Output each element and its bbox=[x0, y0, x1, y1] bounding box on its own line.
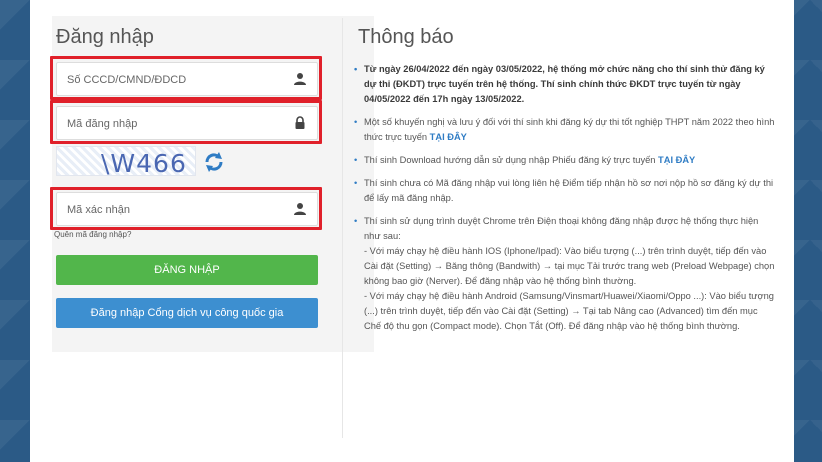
notice-list: Từ ngày 26/04/2022 đến ngày 03/05/2022, … bbox=[352, 62, 776, 342]
notice-text: Thí sinh sử dụng trình duyệt Chrome trên… bbox=[364, 216, 759, 241]
highlight-box-password bbox=[50, 100, 322, 144]
captcha-text: \W466 bbox=[101, 149, 187, 178]
notice-item: Thí sinh chưa có Mã đăng nhập vui lòng l… bbox=[352, 176, 776, 206]
forgot-password-link[interactable]: Quên mã đăng nhập? bbox=[54, 230, 131, 239]
notice-text: Một số khuyến nghị và lưu ý đối với thí … bbox=[364, 117, 775, 142]
notice-item: Một số khuyến nghị và lưu ý đối với thí … bbox=[352, 115, 776, 145]
notice-item: Thí sinh Download hướng dẫn sử dụng nhập… bbox=[352, 153, 776, 168]
notice-subitem-android: - Với máy chạy hệ điều hành Android (Sam… bbox=[364, 291, 774, 331]
page: Đăng nhập Số CCCD/CMND/ĐDCD Mã đăng nhập… bbox=[30, 0, 794, 462]
notice-text: Thí sinh Download hướng dẫn sử dụng nhập… bbox=[364, 155, 659, 165]
divider bbox=[342, 18, 343, 438]
gov-portal-login-button[interactable]: Đăng nhập Cổng dịch vụ công quốc gia bbox=[56, 298, 318, 328]
login-button[interactable]: ĐĂNG NHẬP bbox=[56, 255, 318, 285]
notice-text: Từ ngày 26/04/2022 đến ngày 03/05/2022, … bbox=[364, 64, 765, 104]
notice-text: Thí sinh chưa có Mã đăng nhập vui lòng l… bbox=[364, 178, 774, 203]
notice-link[interactable]: TẠI ĐÂY bbox=[658, 155, 695, 165]
refresh-icon[interactable] bbox=[202, 150, 226, 174]
notice-subitem-ios: - Với máy chạy hệ điều hành IOS (Iphone/… bbox=[364, 246, 775, 286]
captcha-image: \W466 bbox=[56, 146, 196, 178]
notice-item: Thí sinh sử dụng trình duyệt Chrome trên… bbox=[352, 214, 776, 334]
highlight-box-id bbox=[50, 56, 322, 100]
highlight-box-captcha bbox=[50, 187, 322, 230]
notice-item: Từ ngày 26/04/2022 đến ngày 03/05/2022, … bbox=[352, 62, 776, 107]
notice-link[interactable]: TẠI ĐÂY bbox=[430, 132, 467, 142]
login-title: Đăng nhập bbox=[56, 26, 154, 48]
notice-title: Thông báo bbox=[358, 26, 454, 48]
